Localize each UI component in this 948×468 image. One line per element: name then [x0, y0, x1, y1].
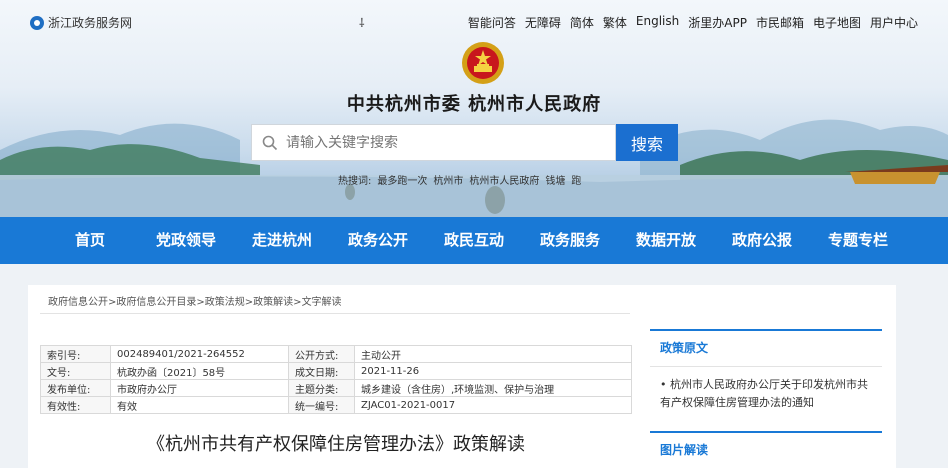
nav-special-topics[interactable]: 专题专栏	[810, 217, 906, 264]
divider	[40, 313, 630, 314]
meta-label: 成文日期:	[288, 362, 355, 380]
nav-home[interactable]: 首页	[42, 217, 138, 264]
breadcrumb-item[interactable]: 政府信息公开	[48, 297, 108, 308]
hot-word[interactable]: 跑	[571, 172, 581, 187]
document-title: 《杭州市共有产权保障住房管理办法》政策解读	[147, 434, 525, 455]
link-smart-qa[interactable]: 智能问答	[468, 14, 516, 31]
breadcrumb-item[interactable]: 政策法规	[205, 297, 245, 308]
meta-value: 002489401/2021-264552	[110, 345, 289, 363]
search-bar: 搜索	[251, 124, 678, 161]
meta-label: 统一编号:	[288, 396, 355, 414]
link-accessibility[interactable]: 无障碍	[525, 14, 561, 31]
link-traditional[interactable]: 繁体	[603, 14, 627, 31]
portal-name: 浙江政务服务网	[48, 16, 133, 30]
image-interpretation-heading: 图片解读	[650, 431, 882, 458]
sidebar: 政策原文 • 杭州市人民政府办公厅关于印发杭州市共有产权保障住房管理办法的通知 …	[650, 329, 882, 457]
breadcrumb: 政府信息公开>政府信息公开目录>政策法规>政策解读>文字解读	[48, 297, 342, 308]
meta-label: 发布单位:	[40, 379, 111, 397]
policy-original-heading: 政策原文	[650, 329, 882, 367]
main-content: 政府信息公开>政府信息公开目录>政策法规>政策解读>文字解读 索引号: 0024…	[28, 285, 896, 468]
hot-word[interactable]: 最多跑一次	[377, 172, 427, 187]
meta-label: 有效性:	[40, 396, 111, 414]
hot-word[interactable]: 钱塘	[545, 172, 565, 187]
hot-word[interactable]: 杭州市人民政府	[469, 172, 539, 187]
link-user-center[interactable]: 用户中心	[870, 14, 918, 31]
link-citizen-mail[interactable]: 市民邮箱	[756, 14, 804, 31]
document-meta-table: 索引号: 002489401/2021-264552 公开方式: 主动公开 文号…	[40, 345, 632, 414]
search-input[interactable]	[286, 134, 615, 151]
nav-government-affairs[interactable]: 政务公开	[330, 217, 426, 264]
meta-label: 文号:	[40, 362, 111, 380]
table-row: 有效性: 有效 统一编号: ZJAC01-2021-0017	[40, 396, 632, 414]
table-row: 索引号: 002489401/2021-264552 公开方式: 主动公开	[40, 345, 632, 363]
hot-words-label: 热搜词:	[338, 176, 372, 187]
meta-label: 主题分类:	[288, 379, 355, 397]
meta-value: 有效	[110, 396, 289, 414]
search-box	[251, 124, 616, 161]
breadcrumb-item[interactable]: 文字解读	[302, 297, 342, 308]
table-row: 发布单位: 市政府办公厅 主题分类: 城乡建设（含住房）,环境监测、保护与治理	[40, 379, 632, 397]
meta-value: 市政府办公厅	[110, 379, 289, 397]
nav-interaction[interactable]: 政民互动	[426, 217, 522, 264]
meta-value: ZJAC01-2021-0017	[354, 396, 632, 414]
breadcrumb-item[interactable]: 政策解读	[253, 297, 293, 308]
link-simplified[interactable]: 简体	[570, 14, 594, 31]
nav-services[interactable]: 政务服务	[522, 217, 618, 264]
meta-value: 2021-11-26	[354, 362, 632, 380]
link-english[interactable]: English	[636, 14, 679, 31]
link-zheliban-app[interactable]: 浙里办APP	[688, 14, 747, 31]
site-title: 中共杭州市委 杭州市人民政府	[346, 94, 602, 115]
nav-open-data[interactable]: 数据开放	[618, 217, 714, 264]
main-nav: 首页 党政领导 走进杭州 政务公开 政民互动 政务服务 数据开放 政府公报 专题…	[0, 217, 948, 264]
search-button[interactable]: 搜索	[616, 124, 678, 161]
portal-logo-icon	[30, 15, 44, 30]
hot-word[interactable]: 杭州市	[433, 172, 463, 187]
nav-about-hangzhou[interactable]: 走进杭州	[234, 217, 330, 264]
nav-party-leaders[interactable]: 党政领导	[138, 217, 234, 264]
hot-search-words: 热搜词: 最多跑一次 杭州市 杭州市人民政府 钱塘 跑	[338, 172, 581, 187]
search-icon	[262, 135, 278, 150]
top-bar: 浙江政务服务网 ⸸ 智能问答 无障碍 简体 繁体 English 浙里办APP …	[0, 12, 948, 34]
meta-value: 杭政办函〔2021〕58号	[110, 362, 289, 380]
meta-label: 公开方式:	[288, 345, 355, 363]
meta-value: 城乡建设（含住房）,环境监测、保护与治理	[354, 379, 632, 397]
table-row: 文号: 杭政办函〔2021〕58号 成文日期: 2021-11-26	[40, 362, 632, 380]
breadcrumb-item[interactable]: 政府信息公开目录	[116, 297, 196, 308]
meta-value: 主动公开	[354, 345, 632, 363]
zhejiang-portal-logo[interactable]: 浙江政务服务网	[30, 14, 132, 31]
top-links: 智能问答 无障碍 简体 繁体 English 浙里办APP 市民邮箱 电子地图 …	[468, 14, 918, 31]
policy-original-link[interactable]: • 杭州市人民政府办公厅关于印发杭州市共有产权保障住房管理办法的通知	[650, 367, 882, 435]
meta-label: 索引号:	[40, 345, 111, 363]
header-banner: 浙江政务服务网 ⸸ 智能问答 无障碍 简体 繁体 English 浙里办APP …	[0, 0, 948, 217]
nav-gazette[interactable]: 政府公报	[714, 217, 810, 264]
mouse-cursor-icon: ⸸	[359, 16, 365, 30]
national-emblem-icon	[462, 42, 504, 84]
link-electronic-map[interactable]: 电子地图	[813, 14, 861, 31]
